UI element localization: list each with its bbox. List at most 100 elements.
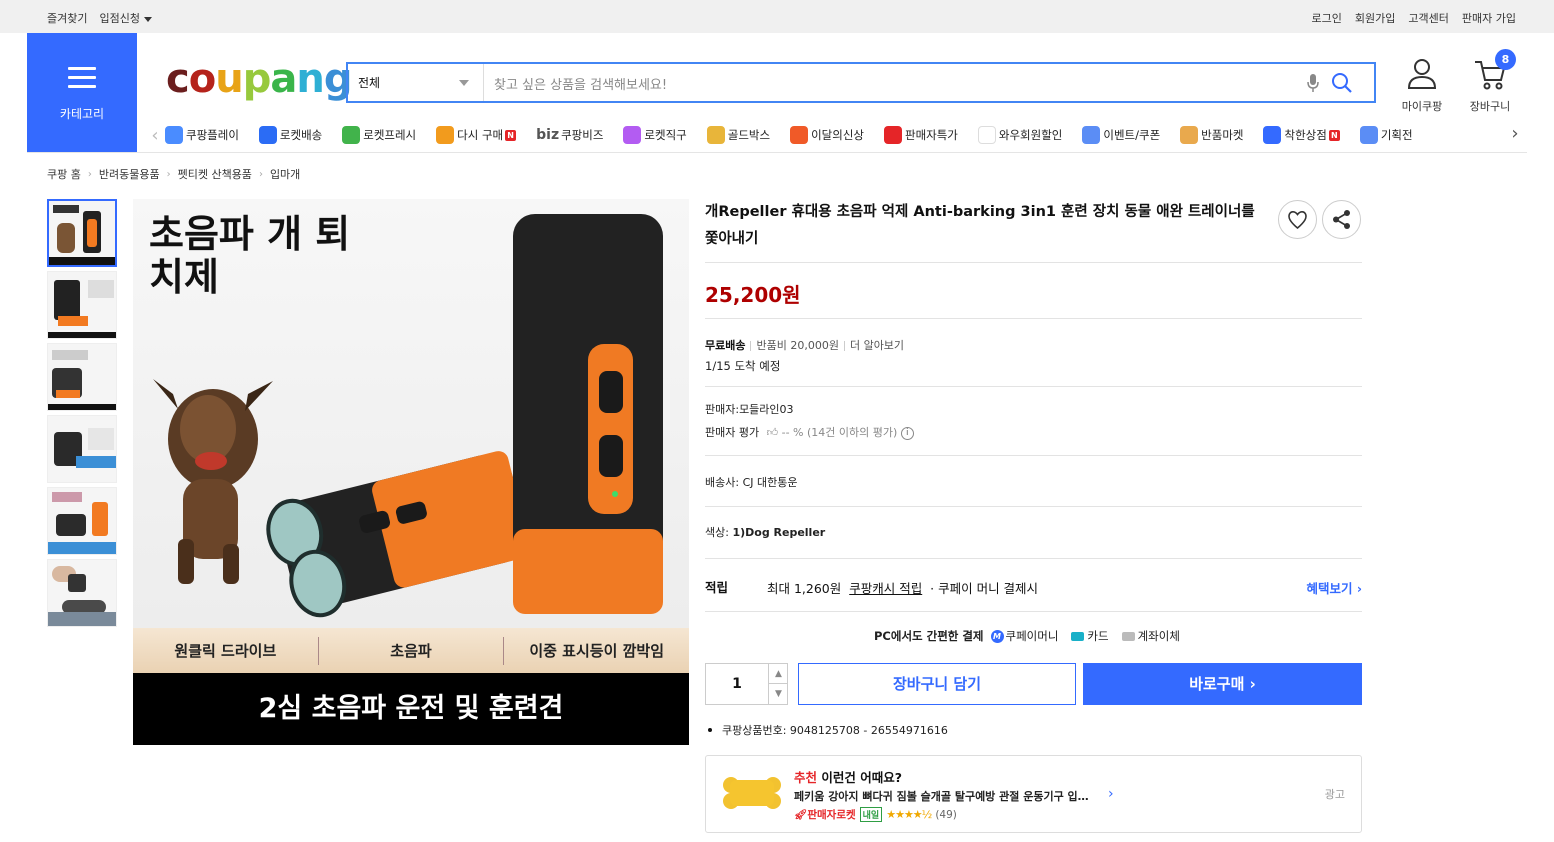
thumbnail-3[interactable]: [47, 343, 117, 411]
share-icon: [1333, 210, 1350, 229]
bank-label: 계좌이체: [1137, 629, 1180, 643]
signup-link[interactable]: 회원가입: [1355, 10, 1395, 26]
quantity-up-icon[interactable]: ▲: [768, 664, 788, 684]
color-option[interactable]: 색상: 1)Dog Repeller: [705, 524, 825, 540]
bookmark-link[interactable]: 즐겨찾기: [47, 10, 87, 26]
quick-menu-item[interactable]: 다시 구매 N: [436, 126, 517, 144]
divider: [705, 558, 1362, 559]
breadcrumb-muzzle[interactable]: 입마개: [270, 166, 300, 182]
breadcrumb: 쿠팡 홈 › 반려동물용품 › 펫티켓 산책용품 › 입마개: [47, 166, 300, 182]
quick-menu-item[interactable]: biz 쿠팡비즈: [536, 126, 603, 144]
chevron-right-icon[interactable]: ›: [1108, 786, 1114, 802]
payment-title: PC에서도 간편한 결제: [874, 629, 984, 643]
quick-menu-item[interactable]: 반품마켓: [1180, 126, 1243, 144]
strip-next-arrow-icon[interactable]: ›: [1505, 123, 1525, 144]
quick-menu-item[interactable]: 착한상점 N: [1263, 126, 1340, 144]
divider: [705, 455, 1362, 456]
cart-count-badge: 8: [1495, 49, 1516, 70]
coupang-logo[interactable]: coupang: [166, 56, 352, 102]
mycoupang-button[interactable]: 마이쿠팡: [1400, 57, 1444, 114]
add-to-cart-button[interactable]: 장바구니 담기: [798, 663, 1076, 705]
quantity-input[interactable]: 1: [706, 664, 768, 704]
quick-menu-item[interactable]: 로켓프레시: [342, 126, 416, 144]
new-badge-icon: N: [1328, 129, 1340, 141]
learn-more-link[interactable]: 더 알아보기: [850, 339, 904, 352]
bone-toy-image: [723, 777, 781, 809]
login-link[interactable]: 로그인: [1312, 10, 1342, 26]
coupang-cash-link[interactable]: 쿠팡캐시 적립: [849, 581, 922, 596]
breadcrumb-home[interactable]: 쿠팡 홈: [47, 166, 81, 182]
carrier-info: 배송사: CJ 대한통운: [705, 474, 797, 490]
divider: [705, 386, 1362, 387]
coupon-icon: [1082, 126, 1101, 144]
bank-icon: [1121, 632, 1135, 641]
seller-rating-label: 판매자 평가: [705, 426, 760, 439]
top-utility-bar: 즐겨찾기 입점신청 로그인 회원가입 고객센터 판매자 가입: [0, 0, 1554, 33]
quick-menu-item[interactable]: 쿠팡플레이: [165, 126, 239, 144]
recommendation-card[interactable]: 추천 이런건 어때요? 페키움 강아지 뼈다귀 짐볼 슬개골 탈구예방 관절 운…: [705, 755, 1362, 833]
microphone-icon[interactable]: [1306, 73, 1330, 101]
seller-apply-menu[interactable]: 입점신청: [99, 10, 152, 26]
carrier-label: 배송사:: [705, 476, 740, 489]
feature-ultrasonic: 초음파: [390, 642, 432, 660]
coupay-label: 쿠페이머니: [1005, 629, 1059, 643]
strip-prev-arrow-icon[interactable]: ‹: [145, 125, 165, 146]
basket-icon: [436, 126, 455, 144]
thumbnail-6[interactable]: [47, 559, 117, 627]
quick-menu-item[interactable]: 골드박스: [706, 126, 770, 144]
feature-one-click: 원클릭 드라이브: [174, 642, 277, 660]
quick-menu-item[interactable]: 로켓배송: [258, 126, 322, 144]
buy-now-label: 바로구매: [1189, 675, 1245, 693]
quick-menu-label: 이벤트/쿠폰: [1103, 128, 1161, 142]
payment-methods: PC에서도 간편한 결제 M 쿠페이머니 카드 계좌이체: [874, 628, 1180, 644]
quick-menu-label: 쿠팡비즈: [561, 128, 604, 142]
wishlist-button[interactable]: [1278, 200, 1317, 239]
quick-menu-label: 판매자특가: [904, 128, 958, 142]
benefit-link[interactable]: 혜택보기 ›: [1306, 578, 1362, 597]
shipping-info: 무료배송 반품비 20,000원 더 알아보기: [705, 337, 904, 353]
quantity-down-icon[interactable]: ▼: [768, 684, 788, 704]
quick-menu-item[interactable]: 로켓직구: [623, 126, 687, 144]
thumbnail-5[interactable]: [47, 487, 117, 555]
info-icon[interactable]: i: [900, 426, 914, 440]
seller-rating: 판매자 평가 👍︎ -- % (14건 이하의 평가) i: [705, 424, 914, 440]
quick-menu-item[interactable]: 와우회원할인: [977, 126, 1062, 144]
rocket-icon: [258, 126, 277, 144]
search-icon[interactable]: [1330, 71, 1374, 101]
product-title: 개Repeller 휴대용 초음파 억제 Anti-barking 3in1 훈…: [705, 204, 1255, 247]
quick-menu-label: 쿠팡플레이: [186, 128, 239, 142]
quick-menu-label: 다시 구매: [457, 128, 504, 142]
thumbnail-4[interactable]: [47, 415, 117, 483]
reward-detail: 최대 1,260원 쿠팡캐시 적립 · 쿠페이 머니 결제시: [767, 578, 1038, 597]
quick-menu-item[interactable]: 판매자특가: [883, 126, 958, 144]
seller-rocket-badge: 🚀︎판매자로켓: [794, 809, 856, 821]
recommend-item-name[interactable]: 페키움 강아지 뼈다귀 짐볼 슬개골 탈구예방 관절 운동기구 입…: [794, 788, 1094, 804]
search-input[interactable]: 찾고 싶은 상품을 검색해보세요!: [484, 64, 1306, 101]
breadcrumb-walk-supplies[interactable]: 펫티켓 산책용품: [178, 166, 252, 182]
seller-name[interactable]: 판매자:모들라인03: [705, 401, 794, 417]
buy-now-button[interactable]: 바로구매 ›: [1083, 663, 1362, 705]
quick-menu-item[interactable]: 이달의신상: [790, 126, 864, 144]
benefit-link-label: 혜택보기: [1306, 581, 1353, 596]
thumbnail-2[interactable]: [47, 271, 117, 339]
mycoupang-label: 마이쿠팡: [1401, 100, 1443, 113]
breadcrumb-separator-icon: ›: [258, 168, 263, 180]
review-count: (49): [935, 808, 957, 821]
thumbnail-1[interactable]: [47, 199, 117, 267]
product-main-image[interactable]: 초음파 개 퇴 치제 원클릭 드라이브 초음파 이중 표시등이 깜박임 2심 초…: [133, 199, 689, 745]
product-number: 쿠팡상품번호: 9048125708 - 26554971616: [705, 722, 948, 738]
customer-center-link[interactable]: 고객센터: [1408, 10, 1448, 26]
quick-menu-item[interactable]: 이벤트/쿠폰: [1082, 126, 1160, 144]
feature-dual-lights: 이중 표시등이 깜박임: [529, 642, 664, 660]
share-button[interactable]: [1322, 200, 1361, 239]
search-scope-select[interactable]: 전체: [348, 64, 484, 101]
quick-menu-label: 착한상점: [1284, 128, 1327, 142]
category-menu-button[interactable]: 카테고리: [27, 33, 137, 152]
quick-menu-items: 쿠팡플레이 로켓배송 로켓프레시 다시 구매 Nbiz 쿠팡비즈 로켓직구 골드박스 이달의신상…: [165, 126, 1433, 144]
seller-signup-link[interactable]: 판매자 가입: [1462, 10, 1516, 26]
coupay-money: M 쿠페이머니: [990, 628, 1059, 644]
quick-menu-item[interactable]: 기획전: [1359, 126, 1413, 144]
breadcrumb-pet-supplies[interactable]: 반려동물용품: [99, 166, 160, 182]
divider: [705, 262, 1362, 263]
tomorrow-badge: 내일: [859, 807, 883, 822]
